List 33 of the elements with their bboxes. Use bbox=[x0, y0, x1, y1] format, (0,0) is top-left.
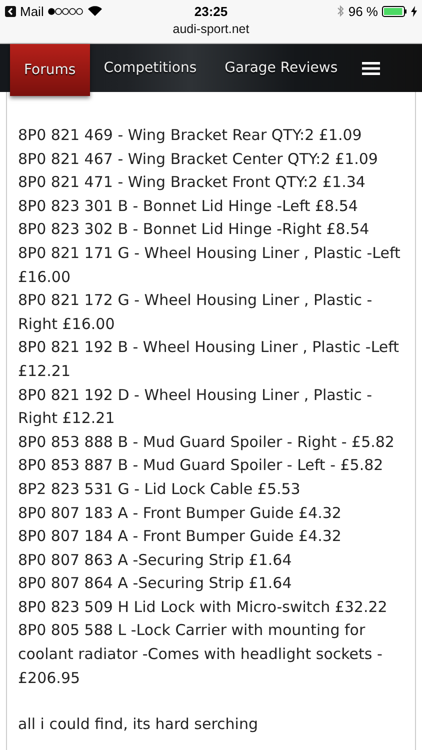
charging-icon bbox=[411, 6, 417, 16]
part-line: 8P0 807 183 A - Front Bumper Guide £4.32 bbox=[18, 502, 342, 524]
clock-time: 23:25 bbox=[194, 4, 228, 18]
signal-icon bbox=[48, 8, 84, 14]
back-icon[interactable] bbox=[5, 6, 16, 16]
url-text[interactable]: audi-sport.net bbox=[172, 22, 250, 36]
part-line: 8P0 853 887 B - Mud Guard Spoiler - Left - £5.82 bbox=[18, 455, 384, 476]
back-app-label[interactable]: Mail bbox=[20, 4, 44, 18]
part-line: 8P0 821 171 G - Wheel Housing Liner , Plastic -Left £16.00 bbox=[18, 242, 402, 288]
part-line: 8P0 821 467 - Wing Bracket Center QTY:2 £1.09 bbox=[18, 148, 379, 170]
part-line: 8P0 823 509 H Lid Lock with Micro-switch £32.22 bbox=[18, 596, 388, 618]
part-line: 8P0 821 192 B - Wheel Housing Liner , Plastic -Left £12.21 bbox=[18, 337, 400, 382]
part-line: 8P0 821 172 G - Wheel Housing Liner , Plastic -Right £16.00 bbox=[18, 290, 374, 335]
part-line: 8P0 821 192 D - Wheel Housing Liner , Plastic -Right £12.21 bbox=[18, 384, 374, 430]
nav-tab[interactable]: Forums bbox=[10, 44, 90, 96]
battery-icon bbox=[382, 6, 407, 16]
part-line: 8P0 807 184 A - Front Bumper Guide £4.32 bbox=[18, 526, 342, 548]
bluetooth-icon bbox=[337, 5, 344, 17]
part-line: 8P0 823 302 B - Bonnet Lid Hinge -Right £8.54 bbox=[18, 219, 370, 240]
part-line: 8P2 823 531 G - Lid Lock Cable £5.53 bbox=[18, 478, 302, 500]
part-line: 8P0 821 469 - Wing Bracket Rear QTY:2 £1.09 bbox=[18, 125, 363, 146]
part-line: 8P0 823 301 B - Bonnet Lid Hinge -Left £8.54 bbox=[18, 196, 359, 217]
part-line: 8P0 853 888 B - Mud Guard Spoiler - Right - £5.82 bbox=[18, 432, 396, 453]
wifi-icon bbox=[88, 6, 102, 16]
closing-text: all i could find, its hard serching bbox=[18, 714, 259, 736]
part-line: 8P0 807 863 A -Securing Strip £1.64 bbox=[18, 550, 293, 571]
part-line: 8P0 807 864 A -Securing Strip £1.64 bbox=[18, 573, 293, 594]
battery-percent: 96 % bbox=[348, 4, 378, 18]
part-line: 8P0 805 588 L -Lock Carrier with mounting for coolant radiator -Comes with headlight sockets - £206.95 bbox=[18, 620, 384, 689]
part-line: 8P0 821 471 - Wing Bracket Front QTY:2 £1.34 bbox=[18, 172, 366, 194]
nav-tab[interactable]: Competitions bbox=[90, 44, 211, 92]
menu-icon[interactable] bbox=[362, 62, 380, 74]
nav-tab[interactable]: Garage Reviews bbox=[210, 44, 352, 92]
